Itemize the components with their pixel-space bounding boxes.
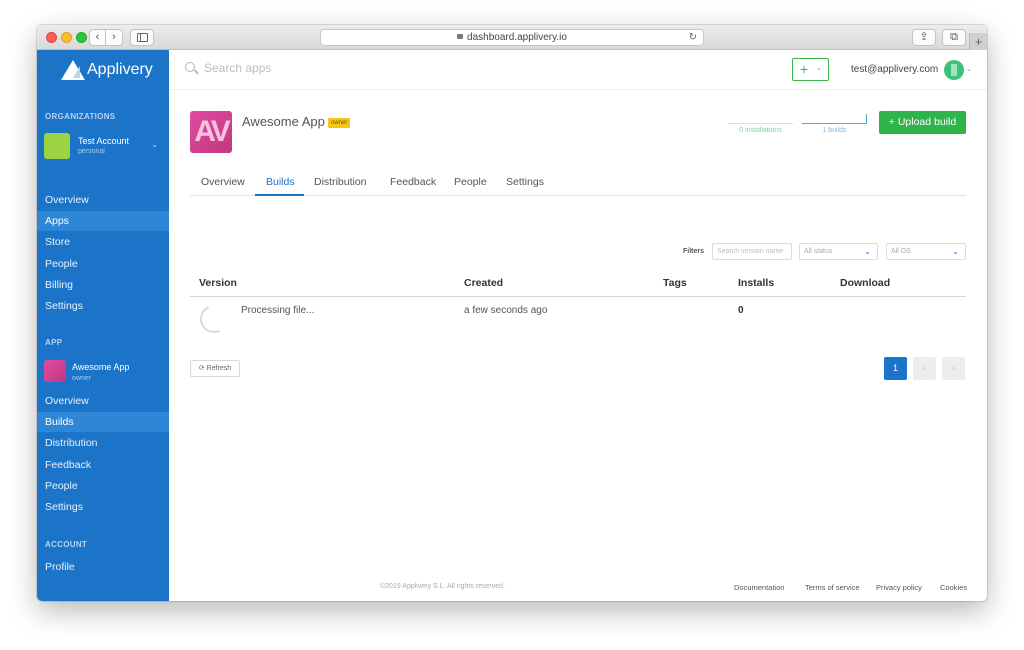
app-switcher[interactable]: Awesome App owner [44,360,164,388]
url-text: dashboard.applivery.io [467,32,567,43]
app-name: Awesome App [72,362,130,372]
sidebar-item-store[interactable]: Store [37,232,169,252]
lock-icon [457,34,464,39]
organization-name: Test Account [78,136,130,146]
app-avatar [44,360,66,382]
sidebar-app-item-builds[interactable]: Builds [37,412,169,433]
sidebar-app-item-settings[interactable]: Settings [37,497,169,517]
sidebar-toggle-button[interactable] [130,29,154,46]
column-header-installs: Installs [738,277,775,289]
column-header-created: Created [464,277,504,289]
build-version: Processing file... [241,305,315,316]
column-header-download: Download [840,277,891,289]
loading-spinner-icon [196,301,232,337]
organizations-section-label: ORGANIZATIONS [45,112,116,121]
header-divider [169,89,987,90]
organization-switcher[interactable]: Test Account personal ⌄ [44,133,164,161]
app-section-label: APP [45,338,63,347]
tab-settings[interactable]: Settings [506,176,544,188]
build-installs: 0 [738,305,744,316]
builds-stat: 1 builds [802,114,867,134]
copyright-text: ©2019 Applivery S.L. All rights reserved… [380,583,505,590]
zoom-window-button[interactable] [76,32,87,43]
os-filter-select[interactable]: All OS ⌄ [886,243,966,260]
sidebar-item-overview[interactable]: Overview [37,190,169,210]
previous-page-button[interactable]: ‹ [913,357,936,380]
account-section-label: ACCOUNT [45,540,88,549]
chevron-down-icon: ⌄ [151,140,158,149]
active-tab-indicator [255,194,304,196]
user-avatar[interactable] [944,60,964,80]
filters-label: Filters [683,248,705,255]
sidebar-app-item-overview[interactable]: Overview [37,391,169,411]
status-filter-select[interactable]: All status ⌄ [799,243,878,260]
table-header-divider [190,296,966,297]
next-page-button[interactable]: › [942,357,965,380]
app-icon: AV [190,111,232,153]
reload-icon[interactable]: ↻ [689,30,697,45]
sidebar-account-item-profile[interactable]: Profile [37,557,169,577]
chevron-down-icon: ⌄ [952,247,959,256]
brand-name: Applivery [87,61,153,78]
show-tabs-button[interactable]: ⧉ [942,29,966,46]
tab-overview[interactable]: Overview [201,176,245,188]
share-button[interactable]: ⇪ [912,29,936,46]
sidebar-item-settings[interactable]: Settings [37,296,169,316]
status-filter-value: All status [804,248,833,255]
os-filter-value: All OS [891,248,911,255]
back-button[interactable]: ‹ [89,29,106,46]
forward-button[interactable]: › [106,29,123,46]
address-bar[interactable]: dashboard.applivery.io ↻ [320,29,704,46]
build-created: a few seconds ago [464,305,548,316]
organization-avatar [44,133,70,159]
browser-window: ‹ › dashboard.applivery.io ↻ ⇪ ⧉ + Appli… [37,25,987,601]
close-window-button[interactable] [46,32,57,43]
column-header-tags: Tags [663,277,687,289]
tab-feedback[interactable]: Feedback [390,176,436,188]
sidebar: Applivery ORGANIZATIONS Test Account per… [37,50,169,601]
page-1-button[interactable]: 1 [884,357,907,380]
privacy-policy-link[interactable]: Privacy policy [876,583,922,592]
documentation-link[interactable]: Documentation [734,583,784,592]
cookies-link[interactable]: Cookies [940,583,967,592]
add-new-button[interactable]: + ⌄ [792,58,829,81]
tab-distribution[interactable]: Distribution [314,176,367,188]
screen: ‹ › dashboard.applivery.io ↻ ⇪ ⧉ + Appli… [0,0,1024,650]
terms-of-service-link[interactable]: Terms of service [805,583,860,592]
sidebar-app-item-people[interactable]: People [37,476,169,496]
browser-titlebar: ‹ › dashboard.applivery.io ↻ ⇪ ⧉ + [37,25,987,50]
upload-build-button[interactable]: + Upload build [879,111,966,134]
sidebar-app-item-distribution[interactable]: Distribution [37,433,169,453]
chevron-down-icon: ⌄ [816,65,822,72]
search-apps-input[interactable] [204,58,424,78]
applivery-logo-icon [61,60,85,80]
sidebar-icon [137,33,148,42]
minimize-window-button[interactable] [61,32,72,43]
new-tab-button[interactable]: + [969,33,987,50]
tab-people[interactable]: People [454,176,487,188]
owner-badge: owner [328,118,351,128]
app-title: Awesome App [242,114,325,129]
sidebar-item-billing[interactable]: Billing [37,275,169,295]
organization-type: personal [78,148,105,155]
plus-icon: + [800,61,809,77]
sidebar-item-people[interactable]: People [37,254,169,274]
chevron-down-icon[interactable]: ⌄ [966,65,972,73]
tab-builds[interactable]: Builds [266,176,295,188]
column-header-version: Version [199,277,237,289]
installations-stat: 0 installations [728,123,793,134]
search-version-input[interactable] [712,243,792,260]
tab-bar-divider [190,195,966,196]
app-role: owner [72,375,92,382]
sidebar-item-apps[interactable]: Apps [37,211,169,232]
refresh-button[interactable]: ⟳ Refresh [190,360,240,377]
chevron-down-icon: ⌄ [864,247,871,256]
sidebar-app-item-feedback[interactable]: Feedback [37,455,169,475]
user-email[interactable]: test@applivery.com [851,64,938,75]
search-icon [185,62,195,72]
